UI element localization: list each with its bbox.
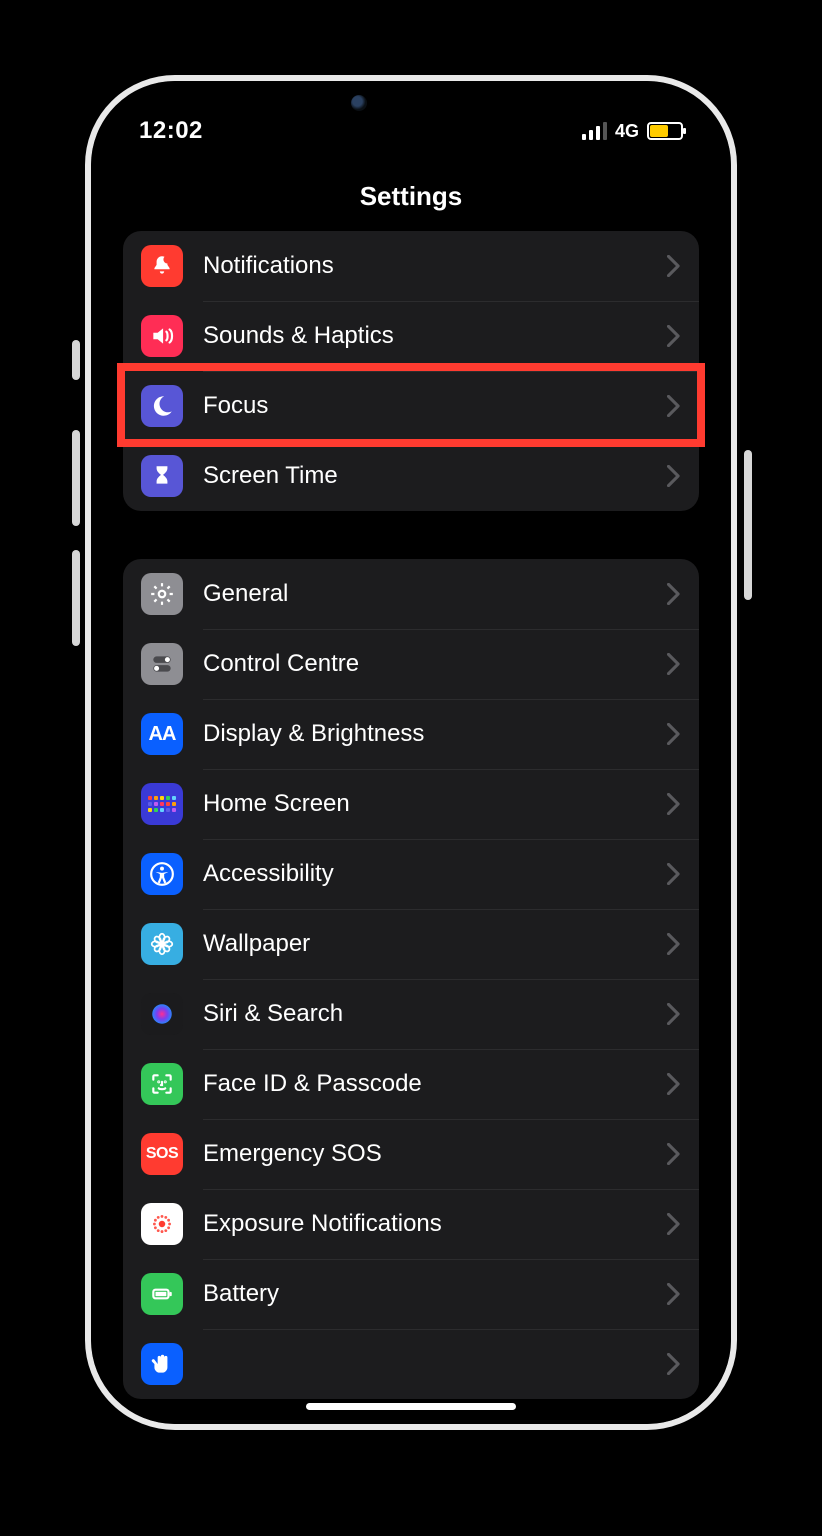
chevron-right-icon [667, 1073, 681, 1095]
volume-up-button [72, 430, 80, 526]
settings-row-battery[interactable]: Battery [123, 1259, 699, 1329]
settings-row-screentime[interactable]: Screen Time [123, 441, 699, 511]
settings-row-label: Focus [203, 392, 647, 420]
settings-row-label: Accessibility [203, 860, 647, 888]
settings-row-focus[interactable]: Focus [123, 371, 699, 441]
settings-row-label: Control Centre [203, 650, 647, 678]
speaker-icon [141, 315, 183, 357]
home-indicator[interactable] [306, 1403, 516, 1410]
textsize-icon: AA [141, 713, 183, 755]
settings-row-label: Notifications [203, 252, 647, 280]
chevron-right-icon [667, 1003, 681, 1025]
settings-row-display[interactable]: AA Display & Brightness [123, 699, 699, 769]
settings-row-label: Exposure Notifications [203, 1210, 647, 1238]
chevron-right-icon [667, 1213, 681, 1235]
chevron-right-icon [667, 583, 681, 605]
settings-row-privacy[interactable] [123, 1329, 699, 1399]
settings-row-label: Home Screen [203, 790, 647, 818]
settings-row-sounds[interactable]: Sounds & Haptics [123, 301, 699, 371]
siri-icon [141, 993, 183, 1035]
hourglass-icon [141, 455, 183, 497]
screen: 12:02 4G Settings Notifications Sounds & … [91, 81, 731, 1424]
chevron-right-icon [667, 863, 681, 885]
settings-content[interactable]: Notifications Sounds & Haptics Focus Screen… [91, 231, 731, 1424]
chevron-right-icon [667, 395, 681, 417]
status-time: 12:02 [139, 117, 203, 145]
chevron-right-icon [667, 723, 681, 745]
settings-row-sos[interactable]: SOS Emergency SOS [123, 1119, 699, 1189]
settings-group: Notifications Sounds & Haptics Focus Screen… [123, 231, 699, 511]
settings-row-label: Display & Brightness [203, 720, 647, 748]
battery-icon [141, 1273, 183, 1315]
battery-icon [647, 122, 683, 140]
flower-icon [141, 923, 183, 965]
settings-row-label: Sounds & Haptics [203, 322, 647, 350]
settings-row-label: Battery [203, 1280, 647, 1308]
page-title: Settings [91, 181, 731, 212]
chevron-right-icon [667, 1143, 681, 1165]
chevron-right-icon [667, 255, 681, 277]
moon-icon [141, 385, 183, 427]
settings-row-controlcentre[interactable]: Control Centre [123, 629, 699, 699]
chevron-right-icon [667, 933, 681, 955]
power-button [744, 450, 752, 600]
settings-row-label: Siri & Search [203, 1000, 647, 1028]
network-type: 4G [615, 121, 639, 142]
settings-group: General Control Centre AA Display & Brightn… [123, 559, 699, 1399]
settings-row-faceid[interactable]: Face ID & Passcode [123, 1049, 699, 1119]
sos-icon: SOS [141, 1133, 183, 1175]
side-mute-switch [72, 340, 80, 380]
settings-row-label: Emergency SOS [203, 1140, 647, 1168]
settings-row-label: Wallpaper [203, 930, 647, 958]
settings-row-homescreen[interactable]: Home Screen [123, 769, 699, 839]
switches-icon [141, 643, 183, 685]
settings-row-accessibility[interactable]: Accessibility [123, 839, 699, 909]
faceid-icon [141, 1063, 183, 1105]
chevron-right-icon [667, 653, 681, 675]
chevron-right-icon [667, 793, 681, 815]
settings-row-siri[interactable]: Siri & Search [123, 979, 699, 1049]
front-camera [351, 95, 367, 111]
phone-frame: 12:02 4G Settings Notifications Sounds & … [85, 75, 737, 1430]
chevron-right-icon [667, 465, 681, 487]
settings-row-label: Screen Time [203, 462, 647, 490]
settings-row-general[interactable]: General [123, 559, 699, 629]
notch [281, 81, 541, 129]
settings-row-exposure[interactable]: Exposure Notifications [123, 1189, 699, 1259]
hand-icon [141, 1343, 183, 1385]
chevron-right-icon [667, 1283, 681, 1305]
settings-row-label: Face ID & Passcode [203, 1070, 647, 1098]
chevron-right-icon [667, 325, 681, 347]
volume-down-button [72, 550, 80, 646]
settings-row-label: General [203, 580, 647, 608]
settings-row-wallpaper[interactable]: Wallpaper [123, 909, 699, 979]
accessibility-icon [141, 853, 183, 895]
cellular-signal-icon [582, 122, 607, 140]
bell-icon [141, 245, 183, 287]
exposure-icon [141, 1203, 183, 1245]
apps-grid-icon [141, 783, 183, 825]
chevron-right-icon [667, 1353, 681, 1375]
gear-icon [141, 573, 183, 615]
settings-row-notifications[interactable]: Notifications [123, 231, 699, 301]
